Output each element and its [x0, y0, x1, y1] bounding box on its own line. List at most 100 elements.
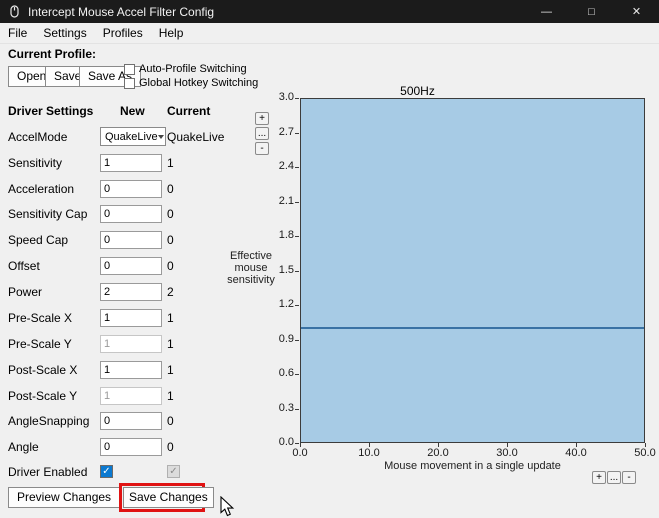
zoom-options-button[interactable]: ... [255, 127, 269, 140]
window-title: Intercept Mouse Accel Filter Config [28, 5, 214, 19]
y-tick-mark [295, 271, 299, 272]
setting-label: Acceleration [8, 179, 74, 199]
setting-label: Pre-Scale Y [8, 334, 72, 354]
setting-row: Post-Scale X 1 [0, 360, 300, 380]
minimize-button[interactable]: — [524, 0, 569, 23]
setting-label: Pre-Scale X [8, 308, 72, 328]
current-value: 0 [167, 256, 174, 276]
save-changes-button[interactable]: Save Changes [123, 487, 214, 508]
zoom-options-button[interactable]: ... [607, 471, 621, 484]
y-tick-label: 2.1 [262, 195, 294, 207]
sensitivity-input[interactable] [100, 154, 162, 172]
col-new: New [120, 104, 145, 118]
app-window: Intercept Mouse Accel Filter Config — □ … [0, 0, 659, 518]
x-tick-mark [438, 443, 439, 447]
power-input[interactable] [100, 283, 162, 301]
auto-profile-label: Auto-Profile Switching [139, 63, 247, 75]
setting-row: Sensitivity Cap 0 [0, 204, 300, 224]
current-value: 1 [167, 153, 174, 173]
y-tick-label: 1.8 [262, 229, 294, 241]
offset-input[interactable] [100, 257, 162, 275]
auto-profile-checkbox[interactable] [124, 64, 135, 75]
setting-row: Angle 0 [0, 437, 300, 457]
y-tick-mark [295, 305, 299, 306]
x-tick-mark [645, 443, 646, 447]
col-driver-settings: Driver Settings [8, 104, 93, 118]
y-tick-label: 0.6 [262, 367, 294, 379]
driver-enabled-label: Driver Enabled [8, 462, 87, 482]
current-value: 0 [167, 230, 174, 250]
zoom-in-button[interactable]: + [255, 112, 269, 125]
menu-profiles[interactable]: Profiles [95, 23, 151, 43]
y-tick-mark [295, 443, 299, 444]
y-tick-mark [295, 236, 299, 237]
setting-label: AccelMode [8, 127, 67, 147]
current-value: 0 [167, 204, 174, 224]
y-tick-mark [295, 374, 299, 375]
title-bar: Intercept Mouse Accel Filter Config — □ … [0, 0, 659, 23]
x-tick-mark [300, 443, 301, 447]
zoom-in-button[interactable]: + [592, 471, 606, 484]
anglesnapping-input[interactable] [100, 412, 162, 430]
y-tick-mark [295, 202, 299, 203]
y-tick-mark [295, 133, 299, 134]
speed-cap-input[interactable] [100, 231, 162, 249]
y-tick-label: 0.9 [262, 333, 294, 345]
current-value: 1 [167, 360, 174, 380]
check-icon: ✓ [169, 467, 177, 477]
setting-row: Pre-Scale X 1 [0, 308, 300, 328]
current-value: QuakeLive [167, 127, 224, 147]
menu-settings[interactable]: Settings [35, 23, 94, 43]
col-current: Current [167, 104, 210, 118]
y-tick-label: 0.3 [262, 402, 294, 414]
current-value: 2 [167, 282, 174, 302]
zoom-out-button[interactable]: - [255, 142, 269, 155]
x-tick-mark [369, 443, 370, 447]
setting-row: Sensitivity 1 [0, 153, 300, 173]
current-value: 1 [167, 308, 174, 328]
setting-row: Post-Scale Y 1 [0, 386, 300, 406]
menu-bar: File Settings Profiles Help [0, 23, 659, 44]
setting-label: Post-Scale Y [8, 386, 77, 406]
sensitivity-curve [301, 327, 644, 329]
y-tick-mark [295, 409, 299, 410]
setting-row: Speed Cap 0 [0, 230, 300, 250]
acceleration-input[interactable] [100, 180, 162, 198]
sensitivity-plot [300, 98, 645, 443]
menu-file[interactable]: File [0, 23, 35, 43]
driver-enabled-checkbox[interactable]: ✓ [100, 465, 113, 478]
x-tick-label: 40.0 [561, 447, 591, 459]
current-profile-label: Current Profile: [8, 47, 96, 61]
post-scale-x-input[interactable] [100, 361, 162, 379]
y-tick-mark [295, 167, 299, 168]
pre-scale-x-input[interactable] [100, 309, 162, 327]
app-icon [8, 5, 21, 18]
setting-label: Sensitivity Cap [8, 204, 87, 224]
driver-enabled-current-checkbox: ✓ [167, 465, 180, 478]
y-tick-label: 3.0 [262, 91, 294, 103]
x-tick-mark [507, 443, 508, 447]
chevron-down-icon [158, 135, 164, 139]
close-button[interactable]: ✕ [614, 0, 659, 23]
setting-row: Acceleration 0 [0, 179, 300, 199]
y-tick-label: 1.2 [262, 298, 294, 310]
global-hotkey-checkbox[interactable] [124, 78, 135, 89]
setting-label: Offset [8, 256, 40, 276]
setting-label: Post-Scale X [8, 360, 77, 380]
angle-input[interactable] [100, 438, 162, 456]
y-tick-mark [295, 340, 299, 341]
y-tick-label: 1.5 [262, 264, 294, 276]
accelmode-value: QuakeLive [105, 131, 158, 143]
current-value: 0 [167, 179, 174, 199]
setting-label: Power [8, 282, 42, 302]
maximize-button[interactable]: □ [569, 0, 614, 23]
zoom-out-button[interactable]: - [622, 471, 636, 484]
check-icon: ✓ [102, 467, 110, 477]
sensitivity-cap-input[interactable] [100, 205, 162, 223]
menu-help[interactable]: Help [151, 23, 192, 43]
accelmode-select[interactable]: QuakeLive [100, 127, 166, 146]
preview-changes-button[interactable]: Preview Changes [8, 487, 120, 508]
post-scale-y-input [100, 387, 162, 405]
y-tick-mark [295, 98, 299, 99]
setting-row: AngleSnapping 0 [0, 411, 300, 431]
